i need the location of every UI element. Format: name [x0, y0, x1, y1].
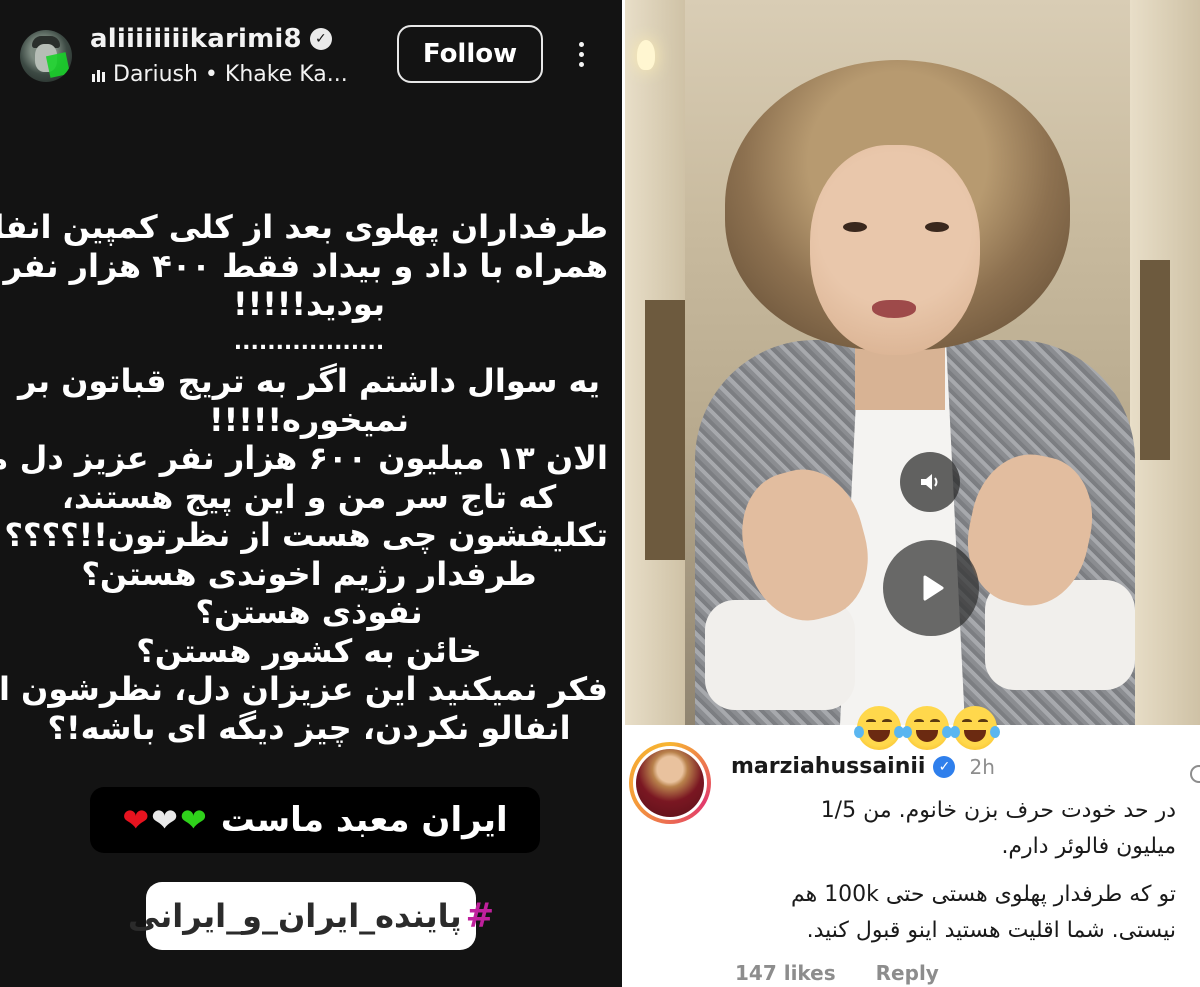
- verified-badge-icon: ✓: [933, 755, 956, 778]
- story-text-block: طرفداران پهلوی بعد از کلی کمپین انفالو ه…: [0, 208, 609, 747]
- person-mouth: [872, 300, 916, 318]
- story-line: انفالو نکردن، چیز دیگه ای باشه!؟: [47, 708, 571, 747]
- music-bars-icon: [92, 68, 105, 82]
- hashtag-icon: #: [465, 896, 495, 936]
- story-line: خائن به کشور هستن؟: [136, 631, 482, 670]
- story-user-row: aliiiiiiiikarimi8 ✓: [90, 24, 332, 54]
- comment-line: در حد خودت حرف بزن خانوم. من 1/5: [820, 798, 1176, 823]
- story-avatar[interactable]: [20, 30, 72, 82]
- play-icon[interactable]: [883, 540, 979, 636]
- story-sticker-dark: ایران معبد ماست ❤ ❤ ❤: [90, 787, 540, 853]
- story-username[interactable]: aliiiiiiiikarimi8: [90, 24, 302, 54]
- reply-button[interactable]: Reply: [876, 961, 939, 985]
- hashtag-text: پاینده_ایران_و_ایرانی: [127, 897, 462, 935]
- ceiling-lamp: [637, 40, 655, 70]
- story-line: که تاج سر من و این پیج هستند،: [61, 477, 557, 516]
- person-eye: [843, 222, 867, 232]
- person-sleeve: [705, 600, 855, 710]
- story-panel: aliiiiiiiikarimi8 ✓ Dariush • Khake Ka..…: [0, 0, 622, 987]
- comment-line: میلیون فالوئر دارم.: [1001, 834, 1176, 859]
- comment-footer: 147 likes Reply: [735, 961, 939, 985]
- comment-text: در حد خودت حرف بزن خانوم. من 1/5 میلیون …: [721, 793, 1176, 949]
- comment-header: marziahussainii ✓ 2h: [731, 754, 995, 779]
- story-line: ..................: [233, 329, 385, 355]
- laughing-emoji-icon: [902, 706, 952, 750]
- comment-line: نیستی. شما اقلیت هستید اینو قبول کنید.: [806, 918, 1176, 943]
- story-line: فکر نمیکنید این عزیزان دل، نظرشون از: [0, 670, 608, 708]
- hashtag-sticker[interactable]: # پاینده_ایران_و_ایرانی: [128, 882, 494, 950]
- follow-button[interactable]: Follow: [397, 25, 543, 83]
- comment-time: 2h: [969, 754, 995, 779]
- background-door: [1140, 260, 1170, 460]
- commenter-avatar[interactable]: [629, 742, 711, 824]
- laughing-emoji-icon: [854, 706, 904, 750]
- story-music[interactable]: Dariush • Khake Ka...: [92, 62, 348, 87]
- red-heart-icon: ❤: [122, 801, 150, 839]
- story-line: یه سوال داشتم اگر به تریج قباتون بر: [18, 362, 600, 400]
- story-line: نمیخوره!!!!!: [209, 400, 409, 439]
- comment-line: تو که طرفدار پهلوی هستی حتی 100k هم: [790, 882, 1176, 907]
- emoji-reactions: [854, 706, 1000, 750]
- verified-badge-icon: ✓: [309, 28, 332, 50]
- more-options-icon[interactable]: [566, 32, 596, 76]
- background-door: [645, 300, 685, 560]
- story-line: بودید!!!!!: [233, 285, 385, 323]
- green-heart-icon: ❤: [179, 801, 207, 839]
- story-line: تکلیفشون چی هست از نظرتون!!؟؟؟؟: [4, 516, 608, 554]
- white-heart-icon: ❤: [151, 801, 178, 839]
- person-eye: [925, 222, 949, 232]
- story-line: طرفداران پهلوی بعد از کلی کمپین انفالو: [0, 208, 608, 246]
- music-title: Dariush • Khake Ka...: [113, 62, 348, 87]
- story-line: الان ۱۳ میلیون ۶۰۰ هزار نفر عزیز دل من: [0, 439, 608, 477]
- person-face: [810, 145, 980, 355]
- likes-count[interactable]: 147 likes: [735, 961, 836, 985]
- video-frame[interactable]: [625, 0, 1200, 725]
- laughing-emoji-icon: [950, 706, 1000, 750]
- video-comment-panel: marziahussainii ✓ 2h در حد خودت حرف بزن …: [625, 0, 1200, 987]
- story-line: طرفدار رژیم اخوندی هستن؟: [81, 554, 537, 593]
- hearts: ❤ ❤ ❤: [122, 801, 206, 839]
- story-line: نفوذی هستن؟: [195, 593, 423, 631]
- sticker-text: ایران معبد ماست: [220, 800, 508, 840]
- like-heart-icon[interactable]: [1190, 765, 1200, 783]
- commenter-username[interactable]: marziahussainii: [731, 754, 925, 779]
- volume-icon[interactable]: [900, 452, 960, 512]
- story-line: همراه با داد و بیداد فقط ۴۰۰ هزار نفر: [3, 246, 609, 285]
